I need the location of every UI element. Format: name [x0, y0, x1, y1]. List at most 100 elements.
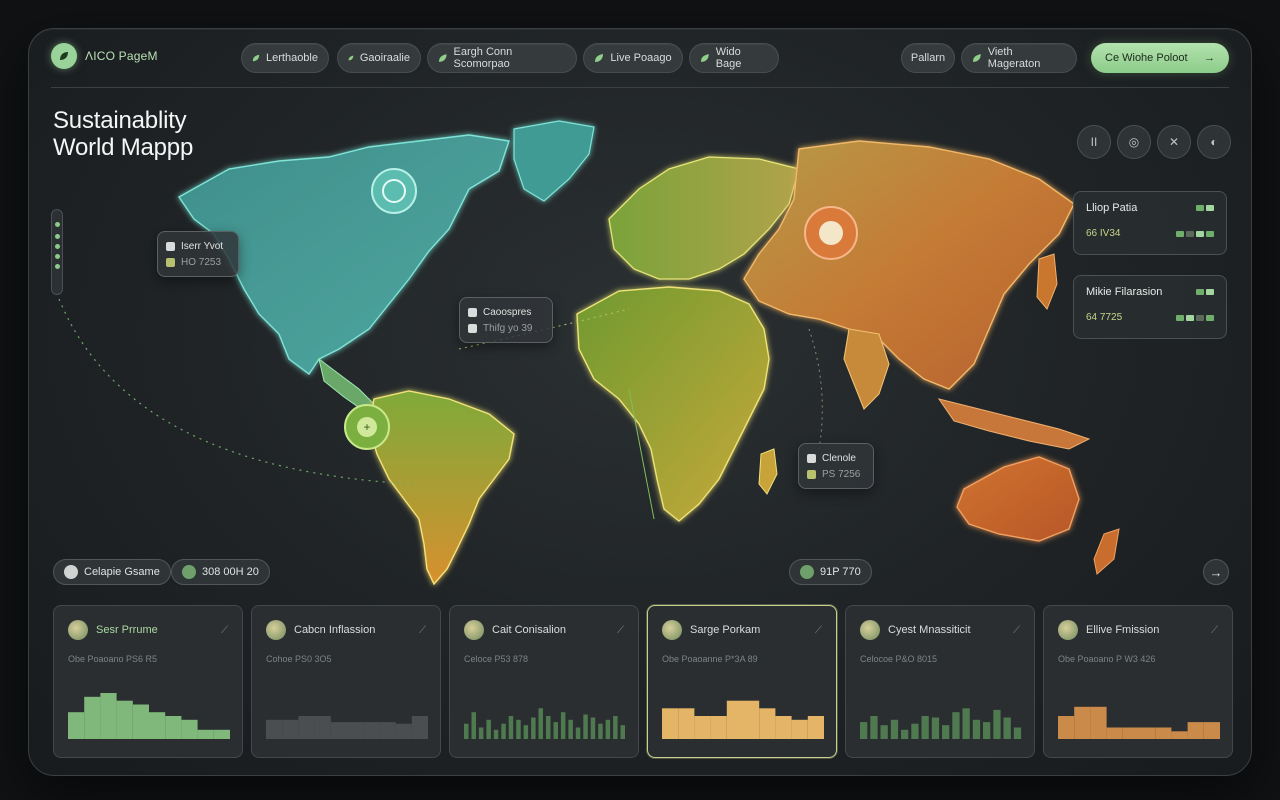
card-bar	[911, 723, 919, 739]
globe-icon	[182, 565, 196, 579]
nav-chip-3[interactable]: Eargh Conn Scomorpao	[427, 43, 577, 73]
dashboard-frame: + ΛICO PageM Lerthaoble Gaoiraalie Eargh…	[28, 28, 1252, 776]
pause-button[interactable]: II	[1077, 125, 1111, 159]
next-button[interactable]: →	[1203, 559, 1229, 585]
metric-card[interactable]: Sarge Porkam ⟋ Obe Poaoanne P*3A 89	[647, 605, 837, 758]
card-bar	[165, 716, 182, 739]
card-bar	[531, 717, 536, 739]
info-card-title: Clenole	[822, 452, 856, 464]
card-bar	[942, 725, 950, 739]
card-bar	[330, 722, 347, 739]
cta-label: Ce Wiohe Poloot	[1105, 52, 1188, 64]
map-info-card-1[interactable]: Iserr Yvot HO 7253	[157, 231, 239, 277]
metric-card[interactable]: Cyest Mnassiticit ⟋ Celocoe P&O 8015	[845, 605, 1035, 758]
card-bar	[613, 716, 618, 739]
madagascar-region[interactable]	[758, 448, 778, 495]
stat-panel-value: 66 IV34	[1086, 228, 1121, 239]
nav-chip-2[interactable]: Gaoiraalie	[337, 43, 421, 73]
target-button[interactable]: ◎	[1117, 125, 1151, 159]
card-bar	[1139, 727, 1156, 739]
pause-icon: II	[1090, 135, 1098, 149]
edit-icon[interactable]: ⟋	[419, 625, 426, 636]
nav-chip-5[interactable]: Wido Bage	[689, 43, 779, 73]
zoom-slider[interactable]	[51, 209, 63, 295]
card-subtitle: Obe Poaoano P W3 426	[1058, 654, 1156, 664]
info-icon	[166, 241, 175, 251]
edit-icon[interactable]: ⟋	[1211, 625, 1218, 636]
card-bar	[575, 727, 581, 739]
central-america-region[interactable]	[318, 357, 375, 412]
card-bar	[598, 723, 603, 739]
card-title: Cyest Mnassiticit	[888, 624, 971, 636]
nav-chip-7[interactable]: Vieth Mageraton	[961, 43, 1077, 73]
card-bar	[411, 716, 428, 739]
metric-card[interactable]: Ellive Fmission ⟋ Obe Poaoano P W3 426	[1043, 605, 1233, 758]
badge-icon	[166, 257, 175, 267]
card-bar	[486, 719, 491, 739]
card-bar	[478, 727, 484, 739]
mini-bars	[1176, 314, 1214, 321]
card-bar	[1090, 706, 1107, 739]
marker-north-america[interactable]	[371, 168, 417, 214]
metric-card[interactable]: Cait Conisalion ⟋ Celoce P53 878	[449, 605, 639, 758]
mini-bars	[1196, 289, 1214, 295]
card-bar	[620, 725, 625, 739]
metric-card[interactable]: Sesr Prrume ⟋ Obe Poaoano PS6 R5	[53, 605, 243, 758]
stat-panel-2[interactable]: Mikie Filarasion 64 7725	[1073, 275, 1227, 339]
card-bar-chart	[464, 708, 625, 739]
nav-chip-4[interactable]: Live Poaago	[583, 43, 683, 73]
theme-button[interactable]: ◐	[1197, 125, 1231, 159]
stat-panel-1[interactable]: Lliop Patia 66 IV34	[1073, 191, 1227, 255]
card-bar	[363, 722, 380, 739]
info-card-title: Caoospres	[483, 306, 532, 318]
card-subtitle: Celoce P53 878	[464, 654, 529, 664]
card-bar	[501, 723, 506, 739]
globe-icon	[800, 565, 814, 579]
card-bar	[678, 708, 695, 739]
card-bar-chart	[266, 716, 428, 739]
southeast-asia-islands[interactable]	[937, 398, 1091, 450]
new-zealand-region[interactable]	[1093, 528, 1120, 575]
marker-south-america[interactable]: +	[344, 404, 390, 450]
edit-icon[interactable]: ⟋	[617, 625, 624, 636]
nav-chip-6[interactable]: Pallarn	[901, 43, 955, 73]
south-america-region[interactable]	[368, 390, 515, 586]
card-bar	[962, 708, 970, 739]
cta-button[interactable]: Ce Wiohe Poloot →	[1091, 43, 1229, 73]
leaf-icon	[595, 54, 604, 62]
africa-region[interactable]	[576, 286, 770, 522]
map-info-card-2[interactable]: Caoospres Thifg yo 39	[459, 297, 553, 343]
pill-label: 308 00H 20	[202, 566, 259, 578]
edit-icon[interactable]: ⟋	[815, 625, 822, 636]
nav-chip-1[interactable]: Lerthaoble	[241, 43, 329, 73]
filter-pill-2[interactable]: 308 00H 20	[171, 559, 270, 585]
card-title: Sesr Prrume	[96, 624, 158, 636]
metric-card[interactable]: Cabcn Inflassion ⟋ Cohoe PS0 3O5	[251, 605, 441, 758]
brand-name: ΛICO PageM	[85, 49, 158, 63]
card-bar	[523, 725, 529, 739]
card-bar	[347, 722, 364, 739]
edit-icon[interactable]: ⟋	[1013, 625, 1020, 636]
brand[interactable]: ΛICO PageM	[51, 43, 158, 69]
card-bar	[1155, 727, 1172, 739]
card-bar	[464, 723, 469, 739]
edit-icon[interactable]: ⟋	[221, 625, 228, 636]
card-bar	[931, 717, 940, 739]
arrow-right-icon: →	[1204, 52, 1215, 64]
japan-region[interactable]	[1036, 253, 1058, 310]
australia-region[interactable]	[956, 456, 1080, 542]
slider-dot	[55, 222, 60, 227]
leaf-icon	[972, 54, 981, 62]
map-info-card-3[interactable]: Clenole PS 7256	[798, 443, 874, 489]
info-card-value: PS 7256	[822, 468, 861, 480]
close-button[interactable]: ✕	[1157, 125, 1191, 159]
marker-asia[interactable]	[804, 206, 858, 260]
greenland-region[interactable]	[513, 120, 595, 202]
card-bar	[694, 716, 711, 739]
leaf-logo-icon	[51, 43, 77, 69]
filter-pill-1[interactable]: Celapie Gsame	[53, 559, 171, 585]
filter-pill-3[interactable]: 91P 770	[789, 559, 872, 585]
card-bar	[181, 719, 198, 739]
card-bar	[538, 708, 543, 739]
card-bar	[508, 716, 514, 739]
